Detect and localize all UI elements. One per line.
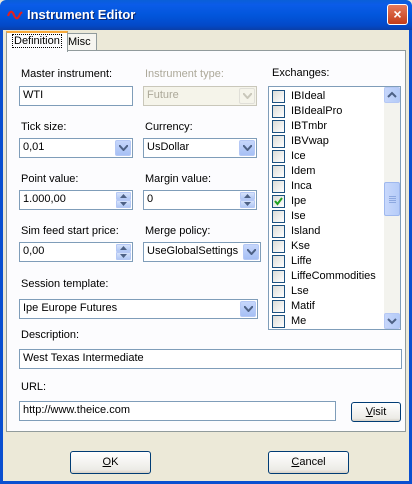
cancel-button[interactable]: Cancel bbox=[268, 451, 349, 474]
url-label: URL: bbox=[21, 381, 47, 393]
point-value-value: 1.000,00 bbox=[23, 193, 66, 205]
checkbox-checked[interactable] bbox=[272, 195, 285, 208]
currency-label: Currency: bbox=[145, 121, 193, 133]
exchanges-list[interactable]: IBIdeal IBIdealPro IBTmbr IBVwap Ice Ide… bbox=[268, 86, 401, 330]
list-item[interactable]: Me bbox=[272, 314, 382, 329]
merge-policy-select[interactable]: UseGlobalSettings bbox=[143, 242, 261, 262]
list-item[interactable]: Lse bbox=[272, 284, 382, 299]
title-bar[interactable]: Instrument Editor × bbox=[0, 0, 412, 30]
sim-feed-start-price-label: Sim feed start price: bbox=[21, 225, 119, 237]
url-input[interactable]: http://www.theice.com bbox=[19, 401, 336, 421]
chevron-down-icon[interactable] bbox=[240, 301, 256, 317]
checkbox[interactable] bbox=[272, 90, 285, 103]
visit-button[interactable]: Visit bbox=[351, 402, 401, 422]
currency-select[interactable]: UsDollar bbox=[143, 138, 257, 158]
checkbox[interactable] bbox=[272, 285, 285, 298]
list-item[interactable]: Island bbox=[272, 224, 382, 239]
scroll-thumb[interactable] bbox=[384, 182, 400, 216]
checkbox[interactable] bbox=[272, 300, 285, 313]
chevron-up-icon bbox=[387, 91, 397, 98]
list-item[interactable]: Inca bbox=[272, 179, 382, 194]
checkbox[interactable] bbox=[272, 105, 285, 118]
tab-definition[interactable]: Definition bbox=[6, 31, 68, 52]
close-button[interactable]: × bbox=[387, 4, 408, 25]
list-item[interactable]: Matif bbox=[272, 299, 382, 314]
checkbox[interactable] bbox=[272, 240, 285, 253]
session-template-value: Ipe Europe Futures bbox=[23, 302, 118, 314]
chevron-down-icon[interactable] bbox=[115, 140, 131, 156]
merge-policy-label: Merge policy: bbox=[145, 225, 211, 237]
chevron-down-icon bbox=[239, 88, 255, 104]
currency-value: UsDollar bbox=[147, 141, 190, 153]
list-item[interactable]: Kse bbox=[272, 239, 382, 254]
checkbox[interactable] bbox=[272, 270, 285, 283]
spin-down-icon[interactable] bbox=[116, 252, 131, 260]
ok-button[interactable]: OK bbox=[70, 451, 151, 474]
checkbox[interactable] bbox=[272, 150, 285, 163]
app-icon bbox=[6, 10, 23, 20]
checkbox[interactable] bbox=[272, 180, 285, 193]
margin-value-value: 0 bbox=[147, 193, 154, 205]
list-item[interactable]: IBVwap bbox=[272, 134, 382, 149]
scroll-down-button[interactable] bbox=[384, 313, 400, 329]
point-value-spinner[interactable]: 1.000,00 bbox=[19, 190, 133, 210]
checkbox[interactable] bbox=[272, 255, 285, 268]
close-icon: × bbox=[393, 6, 402, 22]
checkbox[interactable] bbox=[272, 225, 285, 238]
chevron-down-icon[interactable] bbox=[243, 244, 259, 260]
spin-up-icon[interactable] bbox=[116, 192, 131, 200]
list-item[interactable]: IBTmbr bbox=[272, 119, 382, 134]
description-label: Description: bbox=[21, 329, 80, 341]
master-instrument-input[interactable]: WTI bbox=[19, 86, 133, 106]
sim-feed-start-price-spinner[interactable]: 0,00 bbox=[19, 242, 133, 262]
checkbox[interactable] bbox=[272, 315, 285, 328]
exchanges-label: Exchanges: bbox=[272, 67, 330, 79]
checkbox[interactable] bbox=[272, 210, 285, 223]
list-item[interactable]: LiffeCommodities bbox=[272, 269, 382, 284]
session-template-label: Session template: bbox=[21, 278, 109, 290]
margin-value-spinner[interactable]: 0 bbox=[143, 190, 257, 210]
window-title: Instrument Editor bbox=[27, 7, 136, 22]
checkmark-icon bbox=[274, 197, 283, 206]
list-item[interactable]: Ise bbox=[272, 209, 382, 224]
spin-down-icon[interactable] bbox=[240, 200, 255, 208]
spin-up-icon[interactable] bbox=[240, 192, 255, 200]
window-frame-left bbox=[0, 30, 3, 484]
scroll-up-button[interactable] bbox=[384, 87, 400, 103]
tick-size-label: Tick size: bbox=[21, 121, 67, 133]
instrument-type-value: Future bbox=[147, 89, 179, 101]
exchanges-scrollbar[interactable] bbox=[384, 87, 400, 329]
list-item[interactable]: Ice bbox=[272, 149, 382, 164]
instrument-type-label: Instrument type: bbox=[145, 68, 224, 80]
chevron-down-icon bbox=[387, 318, 397, 325]
spin-down-icon[interactable] bbox=[116, 200, 131, 208]
list-item[interactable]: Ipe bbox=[272, 194, 382, 209]
tick-size-select[interactable]: 0,01 bbox=[19, 138, 133, 158]
point-value-label: Point value: bbox=[21, 173, 79, 185]
session-template-select[interactable]: Ipe Europe Futures bbox=[19, 299, 258, 319]
list-item[interactable]: Idem bbox=[272, 164, 382, 179]
sim-feed-start-price-value: 0,00 bbox=[23, 245, 45, 257]
checkbox[interactable] bbox=[272, 135, 285, 148]
list-item[interactable]: IBIdealPro bbox=[272, 104, 382, 119]
list-item[interactable]: IBIdeal bbox=[272, 89, 382, 104]
spin-up-icon[interactable] bbox=[116, 244, 131, 252]
checkbox[interactable] bbox=[272, 120, 285, 133]
instrument-type-select: Future bbox=[143, 86, 257, 106]
description-input[interactable]: West Texas Intermediate bbox=[19, 349, 402, 369]
checkbox[interactable] bbox=[272, 165, 285, 178]
list-item[interactable]: Liffe bbox=[272, 254, 382, 269]
tick-size-value: 0,01 bbox=[23, 141, 45, 153]
chevron-down-icon[interactable] bbox=[239, 140, 255, 156]
margin-value-label: Margin value: bbox=[145, 173, 212, 185]
merge-policy-value: UseGlobalSettings bbox=[147, 245, 239, 257]
master-instrument-label: Master instrument: bbox=[21, 68, 113, 80]
